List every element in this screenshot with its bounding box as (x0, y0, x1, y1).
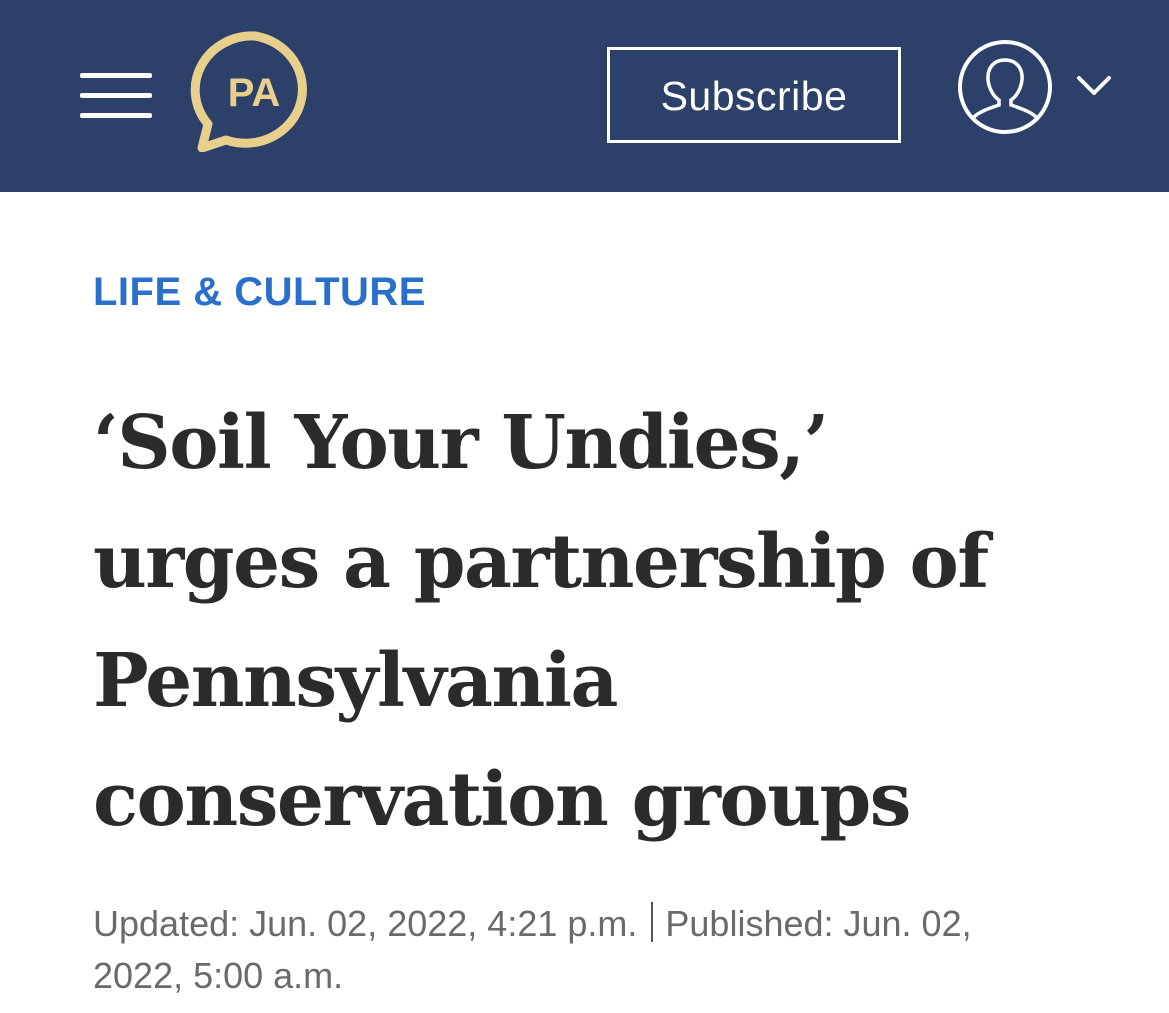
article-headline: ‘Soil Your Undies,’ urges a partnership … (93, 384, 1103, 860)
headline-line: urges a partnership of (93, 519, 989, 605)
subscribe-button[interactable]: Subscribe (607, 47, 901, 143)
section-link[interactable]: LIFE & CULTURE (93, 270, 426, 315)
site-logo[interactable]: PA (190, 30, 320, 152)
dateline-divider (651, 902, 654, 942)
article-dateline: Updated: Jun. 02, 2022, 4:21 p.m. Publish… (93, 898, 1093, 1002)
site-header: PA Subscribe (0, 0, 1169, 192)
updated-timestamp: Updated: Jun. 02, 2022, 4:21 p.m. (93, 903, 638, 944)
published-timestamp-continued: 2022, 5:00 a.m. (93, 955, 344, 996)
headline-line: ‘Soil Your Undies,’ (93, 400, 829, 486)
menu-bar (80, 73, 152, 78)
published-timestamp: Published: Jun. 02, (665, 903, 972, 944)
user-avatar-icon (958, 40, 1052, 134)
account-menu[interactable] (956, 38, 1116, 138)
chevron-down-icon (1077, 76, 1111, 95)
menu-bar (80, 113, 152, 118)
headline-line: Pennsylvania (93, 638, 618, 724)
hamburger-menu-icon[interactable] (80, 73, 152, 119)
menu-bar (80, 93, 152, 98)
headline-line: conservation groups (93, 757, 911, 843)
pa-logo-icon: PA (190, 31, 307, 152)
logo-text: PA (228, 71, 281, 115)
